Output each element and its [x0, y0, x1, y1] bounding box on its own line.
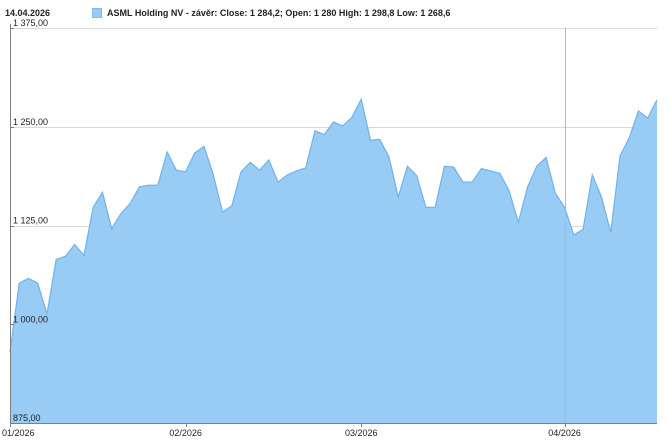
- x-tick-label: 03/2026: [345, 428, 378, 438]
- x-tick-label: 02/2026: [169, 428, 202, 438]
- y-tick-label: 875,00: [13, 413, 41, 423]
- y-tick-label: 1 125,00: [13, 216, 48, 226]
- chart: 14.04.2026 ASML Holding NV - závěr: Clos…: [0, 0, 670, 440]
- plot-area: 875,00 1 000,00 1 125,00 1 250,00 1 375,00 01…: [2, 18, 658, 438]
- y-tick-label: 1 375,00: [13, 18, 48, 28]
- series-area: [10, 99, 657, 423]
- y-tick-label: 1 250,00: [13, 117, 48, 127]
- x-tick-label: 04/2026: [548, 428, 581, 438]
- y-tick-label: 1 000,00: [13, 314, 48, 324]
- x-tick-label: 01/2026: [2, 428, 35, 438]
